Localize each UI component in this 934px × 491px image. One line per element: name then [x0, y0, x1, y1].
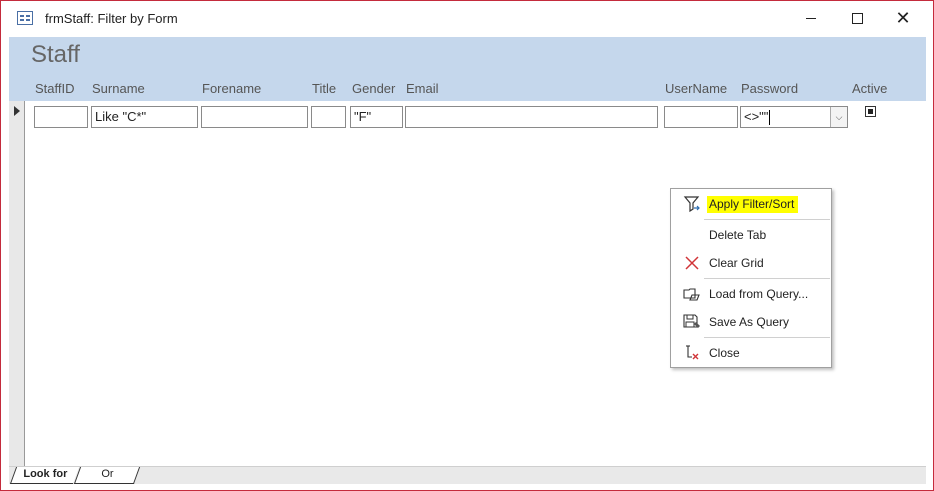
context-menu: Apply Filter/Sort Delete Tab Clear Grid …	[670, 188, 832, 368]
column-header-password: Password	[741, 81, 799, 96]
menu-separator	[704, 337, 830, 338]
menu-separator	[704, 219, 830, 220]
form-title: Staff	[31, 41, 80, 68]
gender-criteria-field[interactable]: "F"	[350, 106, 403, 128]
column-header-username: UserName	[665, 81, 728, 96]
column-header-forename: Forename	[202, 81, 262, 96]
maximize-icon	[851, 12, 863, 24]
text-cursor	[769, 110, 771, 126]
password-criteria-combo[interactable]: <>"" ⌵	[740, 106, 848, 128]
close-button[interactable]: ✕	[880, 1, 926, 35]
column-header-email: Email	[406, 81, 439, 96]
current-record-arrow-icon	[14, 106, 20, 116]
close-doc-icon	[686, 345, 699, 360]
maximize-button[interactable]	[834, 1, 880, 35]
window-title: frmStaff: Filter by Form	[45, 11, 178, 26]
form-header: Staff StaffID Surname Forename Title Gen…	[9, 37, 926, 101]
password-criteria-value: <>""	[744, 109, 769, 124]
form-icon	[17, 11, 33, 25]
menu-item-clear-grid[interactable]: Clear Grid	[672, 250, 830, 276]
menu-item-delete-tab[interactable]: Delete Tab	[672, 222, 830, 248]
save-query-icon	[683, 314, 700, 328]
menu-item-apply-filter-sort[interactable]: Apply Filter/Sort	[672, 191, 830, 217]
tab-look-for-label: Look for	[23, 468, 68, 480]
column-header-active: Active	[852, 81, 888, 96]
forename-criteria-field[interactable]	[201, 106, 308, 128]
chevron-down-icon: ⌵	[835, 111, 843, 122]
staffid-criteria-field[interactable]	[34, 106, 88, 128]
menu-item-label: Apply Filter/Sort	[707, 196, 799, 213]
checkbox-null-indicator	[868, 109, 873, 114]
dropdown-button[interactable]: ⌵	[830, 107, 847, 127]
column-header-title: Title	[312, 81, 337, 96]
tab-look-for[interactable]: Look for	[9, 467, 80, 484]
column-header-surname: Surname	[92, 81, 145, 96]
title-criteria-field[interactable]	[311, 106, 346, 128]
menu-item-load-from-query[interactable]: Load from Query...	[672, 281, 830, 307]
load-query-icon	[683, 288, 700, 301]
column-header-gender: Gender	[352, 81, 396, 96]
menu-item-label: Delete Tab	[709, 228, 767, 242]
menu-item-close[interactable]: Close	[672, 340, 830, 366]
menu-item-label: Close	[709, 346, 740, 360]
active-criteria-checkbox[interactable]	[865, 106, 876, 117]
tab-or-label: Or	[101, 468, 114, 480]
close-icon: ✕	[895, 8, 911, 28]
email-criteria-field[interactable]	[405, 106, 658, 128]
red-x-icon	[685, 256, 699, 270]
funnel-icon	[683, 196, 700, 213]
menu-item-label: Save As Query	[709, 315, 790, 329]
minimize-button[interactable]	[788, 1, 834, 35]
menu-item-label: Load from Query...	[709, 287, 809, 301]
column-header-staffid: StaffID	[35, 81, 75, 96]
tab-or[interactable]: Or	[73, 467, 141, 484]
filter-tab-bar: Look for Or	[9, 466, 926, 484]
menu-separator	[704, 278, 830, 279]
title-bar[interactable]: frmStaff: Filter by Form ✕	[1, 1, 933, 35]
menu-item-save-as-query[interactable]: Save As Query	[672, 309, 830, 335]
username-criteria-field[interactable]	[664, 106, 738, 128]
surname-criteria-field[interactable]: Like "C*"	[91, 106, 198, 128]
minimize-icon	[806, 17, 816, 19]
record-selector[interactable]	[9, 101, 25, 466]
menu-item-label: Clear Grid	[709, 256, 764, 270]
